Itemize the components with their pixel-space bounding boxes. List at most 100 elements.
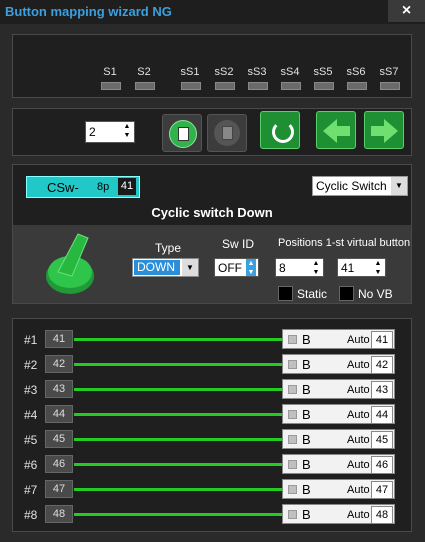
slot-indicator [101,82,121,90]
knob-icon [46,233,94,294]
row-number: 41 [371,331,393,349]
previous-button[interactable] [316,111,356,149]
row-type: B [302,432,311,447]
mode-dropdown-value: Cyclic Switch [316,179,387,193]
virtual-button-spinner[interactable]: 41 ▲ ▼ [337,258,386,277]
row-number: 44 [371,406,393,424]
refresh-button[interactable] [260,111,300,149]
mode-button[interactable]: CSw- 8p 41 [26,176,140,198]
row-auto: Auto [347,434,370,446]
row-type: B [302,507,311,522]
slot-label: sS6 [346,66,366,78]
row-button-control[interactable]: B Auto 47 [282,479,395,499]
positions-value: 8 [279,261,286,275]
row-label: #2 [24,358,38,372]
row-auto: Auto [347,484,370,496]
row-button-control[interactable]: B Auto 41 [282,329,395,349]
row-auto: Auto [347,459,370,471]
virtual-button-value: 41 [341,261,355,275]
row-value: 45 [45,430,73,448]
row-checkbox[interactable] [288,360,297,369]
row-checkbox[interactable] [288,335,297,344]
row-type: B [302,382,311,397]
no-vb-label: No VB [358,287,393,301]
slot-indicator [135,82,155,90]
chevron-down-icon[interactable]: ▼ [182,259,198,276]
row-number: 47 [371,481,393,499]
slot-label: sS2 [214,66,234,78]
mode-number-badge: 41 [118,178,136,195]
type-select[interactable]: DOWN ▼ [132,258,199,277]
slot-indicator [380,82,400,90]
mapping-line [74,513,282,516]
copy-button[interactable] [162,114,202,152]
row-value: 43 [45,380,73,398]
positions-label: Positions 1-st virtual button [278,237,411,249]
row-type: B [302,482,311,497]
row-button-control[interactable]: B Auto 43 [282,379,395,399]
slot-indicator [281,82,301,90]
row-checkbox[interactable] [288,435,297,444]
close-button[interactable]: × [388,0,425,22]
page-spinner[interactable]: 2 ▲ ▼ [85,121,135,143]
row-number: 43 [371,381,393,399]
row-number: 46 [371,456,393,474]
row-number: 45 [371,431,393,449]
slot-indicator [215,82,235,90]
row-label: #4 [24,408,38,422]
row-button-control[interactable]: B Auto 48 [282,504,395,524]
arrow-left-icon [323,119,337,143]
spinner-arrows-icon[interactable]: ▲ ▼ [246,259,256,276]
row-checkbox[interactable] [288,385,297,394]
row-label: #8 [24,508,38,522]
mapping-line [74,438,282,441]
swid-label: Sw ID [222,237,255,251]
mapping-line [74,463,282,466]
row-value: 42 [45,355,73,373]
row-auto: Auto [347,509,370,521]
mapping-line [74,413,282,416]
paste-button[interactable] [207,114,247,152]
row-button-control[interactable]: B Auto 42 [282,354,395,374]
positions-spinner[interactable]: 8 ▲ ▼ [275,258,324,277]
slot-indicator [314,82,334,90]
row-value: 41 [45,330,73,348]
refresh-icon [272,121,294,143]
mapping-line [74,488,282,491]
row-button-control[interactable]: B Auto 44 [282,404,395,424]
row-number: 48 [371,506,393,524]
no-vb-checkbox[interactable] [339,286,354,301]
slot-label: S1 [103,66,117,78]
row-checkbox[interactable] [288,485,297,494]
spinner-arrows-icon[interactable]: ▲ ▼ [122,122,132,142]
paste-icon [214,120,240,146]
row-label: #6 [24,458,38,472]
type-label: Type [155,241,182,255]
row-button-control[interactable]: B Auto 45 [282,429,395,449]
row-type: B [302,332,311,347]
slot-label: sS5 [313,66,333,78]
row-type: B [302,457,311,472]
swid-value: OFF [218,261,242,275]
mapping-line [74,338,282,341]
row-checkbox[interactable] [288,460,297,469]
next-button[interactable] [364,111,404,149]
static-checkbox[interactable] [278,286,293,301]
spinner-arrows-icon[interactable]: ▲ ▼ [311,259,321,276]
row-auto: Auto [347,384,370,396]
row-value: 46 [45,455,73,473]
row-value: 44 [45,405,73,423]
type-value: DOWN [134,260,180,275]
mode-heading: Cyclic switch Down [151,205,273,220]
row-checkbox[interactable] [288,410,297,419]
swid-spinner[interactable]: OFF ▲ ▼ [214,258,259,277]
row-checkbox[interactable] [288,510,297,519]
chevron-down-icon[interactable]: ▼ [391,177,407,195]
row-auto: Auto [347,334,370,346]
mode-dropdown[interactable]: Cyclic Switch ▼ [312,176,408,196]
spinner-arrows-icon[interactable]: ▲ ▼ [373,259,383,276]
mode-positions: 8p [97,181,110,193]
row-button-control[interactable]: B Auto 46 [282,454,395,474]
slot-indicator [248,82,268,90]
row-label: #1 [24,333,38,347]
